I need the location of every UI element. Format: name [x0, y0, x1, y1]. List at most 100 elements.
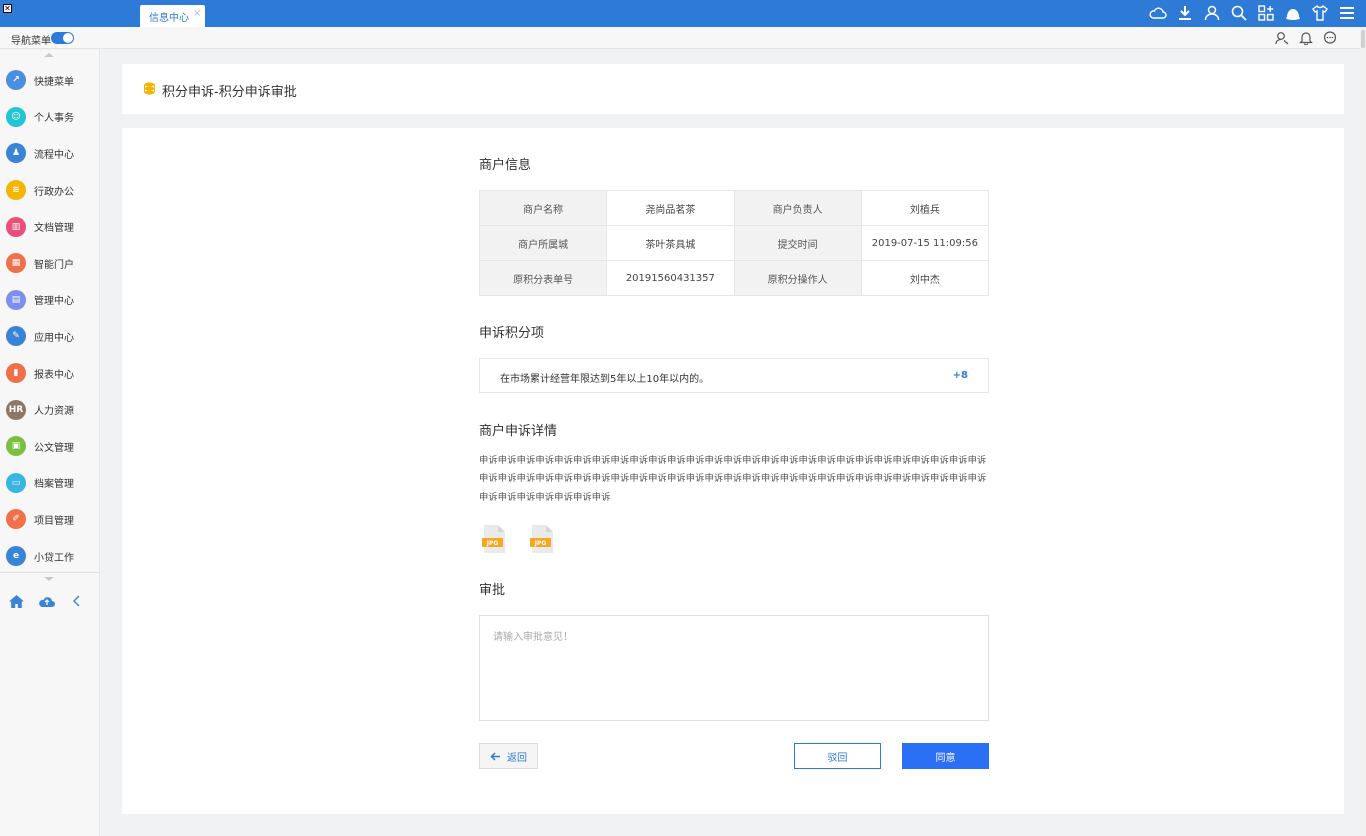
sidebar-item-label: 快捷菜单	[34, 76, 74, 88]
sidebar-item[interactable]: ▭ 档案管理	[0, 465, 100, 502]
main-panel: 商户信息 商户名称 尧尚品茗茶 商户负责人 刘植兵 商户所属城 茶叶茶具城 提交时间 2019…	[122, 128, 1344, 814]
sidebar-item-label: 流程中心	[34, 149, 74, 161]
table-value-cell: 茶叶茶具城	[606, 225, 735, 261]
page-title: 积分申诉-积分申诉审批	[162, 85, 297, 100]
sidebar-item[interactable]: HR 人力资源	[0, 391, 100, 428]
edit-icon: ✎	[6, 326, 26, 347]
skin-icon[interactable]	[1283, 3, 1302, 22]
table-key-cell: 原积分操作人	[733, 260, 862, 296]
table-row: 原积分表单号 20191560431357 原积分操作人 刘中杰	[478, 260, 990, 296]
table-key-cell: 商户名称	[478, 190, 608, 226]
merchant-section-title: 商户信息	[479, 158, 532, 173]
merchant-info-table: 商户名称 尧尚品茗茶 商户负责人 刘植兵 商户所属城 茶叶茶具城 提交时间 2019-07-1…	[478, 190, 990, 296]
reject-button[interactable]: 驳回	[794, 743, 881, 769]
svg-text:JPG: JPG	[534, 540, 547, 547]
sidebar-item-label: 项目管理	[34, 515, 74, 527]
score-item-value: +8	[952, 370, 968, 381]
collapse-sidebar-icon[interactable]	[72, 593, 80, 609]
contacts-icon[interactable]	[1274, 30, 1290, 46]
book-icon: ▥	[6, 216, 26, 237]
search-icon[interactable]	[1229, 3, 1248, 22]
building-icon: ▦	[6, 253, 26, 274]
sidebar-item-label: 行政办公	[34, 186, 74, 198]
top-toolbar	[1148, 3, 1356, 22]
hr-icon: HR	[6, 399, 26, 420]
table-value-cell: 2019-07-15 11:09:56	[860, 225, 990, 261]
user-icon[interactable]	[1202, 3, 1221, 22]
sidebar-item[interactable]: ☺ 个人事务	[0, 99, 100, 136]
attachment-jpg-icon[interactable]: JPG	[529, 524, 556, 554]
briefcase-icon: ▣	[6, 436, 26, 457]
document-icon: ▤	[6, 289, 26, 310]
bell-icon[interactable]	[1298, 30, 1314, 46]
home-icon[interactable]	[8, 593, 25, 609]
sub-toolbar	[1274, 30, 1338, 46]
download-icon[interactable]	[1175, 3, 1194, 22]
sidebar-item[interactable]: ♟ 流程中心	[0, 135, 100, 172]
score-section-title: 申诉积分项	[479, 326, 545, 341]
project-icon: ✐	[6, 509, 26, 530]
approve-section-title: 审批	[479, 583, 506, 598]
top-bar: ✕ 信息中心 ×	[0, 0, 1366, 27]
sidebar-item-label: 文档管理	[34, 223, 74, 235]
approve-comment-input[interactable]	[479, 615, 989, 721]
sidebar-item-label: 报表中心	[34, 369, 74, 381]
app-logo-icon: ✕	[3, 4, 12, 13]
sidebar-item[interactable]: ▥ 文档管理	[0, 208, 100, 245]
table-value-cell: 20191560431357	[606, 260, 735, 296]
table-row: 商户所属城 茶叶茶具城 提交时间 2019-07-15 11:09:56	[478, 225, 990, 261]
flow-icon: ♟	[6, 143, 26, 164]
sidebar: ↗ 快捷菜单 ☺ 个人事务 ♟ 流程中心 ≋ 行政办公 ▥ 文档管理 ▦ 智能门户 ▤ 管理中心 ✎ 应用中心…	[0, 50, 100, 836]
layers-icon: ≋	[6, 180, 26, 201]
person-icon: ☺	[6, 106, 26, 127]
sidebar-item[interactable]: ✎ 应用中心	[0, 318, 100, 355]
menu-icon[interactable]	[1337, 3, 1356, 22]
sidebar-item[interactable]: ▦ 智能门户	[0, 245, 100, 282]
agree-button[interactable]: 同意	[902, 743, 989, 769]
table-value-cell: 刘中杰	[860, 260, 990, 296]
attachment-jpg-icon[interactable]: JPG	[481, 524, 508, 554]
detail-section-title: 商户申诉详情	[479, 424, 558, 439]
back-button[interactable]: 返回	[479, 743, 538, 769]
score-item: 在市场累计经营年限达到5年以上10年以内的。 +8	[479, 358, 989, 393]
sidebar-item[interactable]: ▮ 报表中心	[0, 355, 100, 392]
sidebar-scroll-up-icon[interactable]	[44, 53, 54, 57]
nav-menu-label: 导航菜单	[11, 36, 51, 47]
sidebar-item[interactable]: e 小贷工作	[0, 538, 100, 575]
sidebar-item[interactable]: ✐ 项目管理	[0, 501, 100, 538]
sidebar-item-label: 档案管理	[34, 479, 74, 491]
tab-close-icon[interactable]: ×	[193, 8, 201, 19]
sidebar-item-label: 公文管理	[34, 442, 74, 454]
score-item-desc: 在市场累计经营年限达到5年以上10年以内的。	[500, 374, 710, 385]
table-key-cell: 商户负责人	[733, 190, 862, 226]
nav-menu-toggle[interactable]	[51, 32, 74, 44]
table-key-cell: 提交时间	[733, 225, 862, 261]
sidebar-item[interactable]: ▤ 管理中心	[0, 282, 100, 319]
sidebar-item[interactable]: ▣ 公文管理	[0, 428, 100, 465]
table-value-cell: 尧尚品茗茶	[606, 190, 735, 226]
sidebar-item-label: 智能门户	[34, 259, 74, 271]
coins-icon	[144, 82, 155, 98]
table-key-cell: 原积分表单号	[478, 260, 608, 296]
archive-icon: ▭	[6, 472, 26, 493]
page-header: 积分申诉-积分申诉审批	[122, 64, 1344, 114]
shirt-icon[interactable]	[1310, 3, 1329, 22]
arrow-left-icon	[490, 751, 500, 761]
ie-icon: e	[6, 546, 26, 567]
sidebar-item[interactable]: ≋ 行政办公	[0, 172, 100, 209]
sidebar-item-label: 个人事务	[34, 113, 74, 125]
chat-icon[interactable]	[1322, 30, 1338, 46]
sidebar-item[interactable]: ↗ 快捷菜单	[0, 62, 100, 99]
sub-bar: 导航菜单	[0, 27, 1360, 49]
apps-icon[interactable]	[1256, 3, 1275, 22]
sidebar-item-label: 小贷工作	[34, 552, 74, 564]
cloud-upload-icon[interactable]	[38, 593, 56, 609]
tab-info-center[interactable]: 信息中心 ×	[140, 5, 205, 27]
scrollbar[interactable]	[1360, 27, 1366, 836]
sidebar-item-label: 应用中心	[34, 332, 74, 344]
chart-icon: ▮	[6, 363, 26, 384]
sidebar-item-label: 人力资源	[34, 406, 74, 418]
table-value-cell: 刘植兵	[860, 190, 990, 226]
back-button-label: 返回	[507, 752, 527, 764]
cloud-icon[interactable]	[1148, 3, 1167, 22]
